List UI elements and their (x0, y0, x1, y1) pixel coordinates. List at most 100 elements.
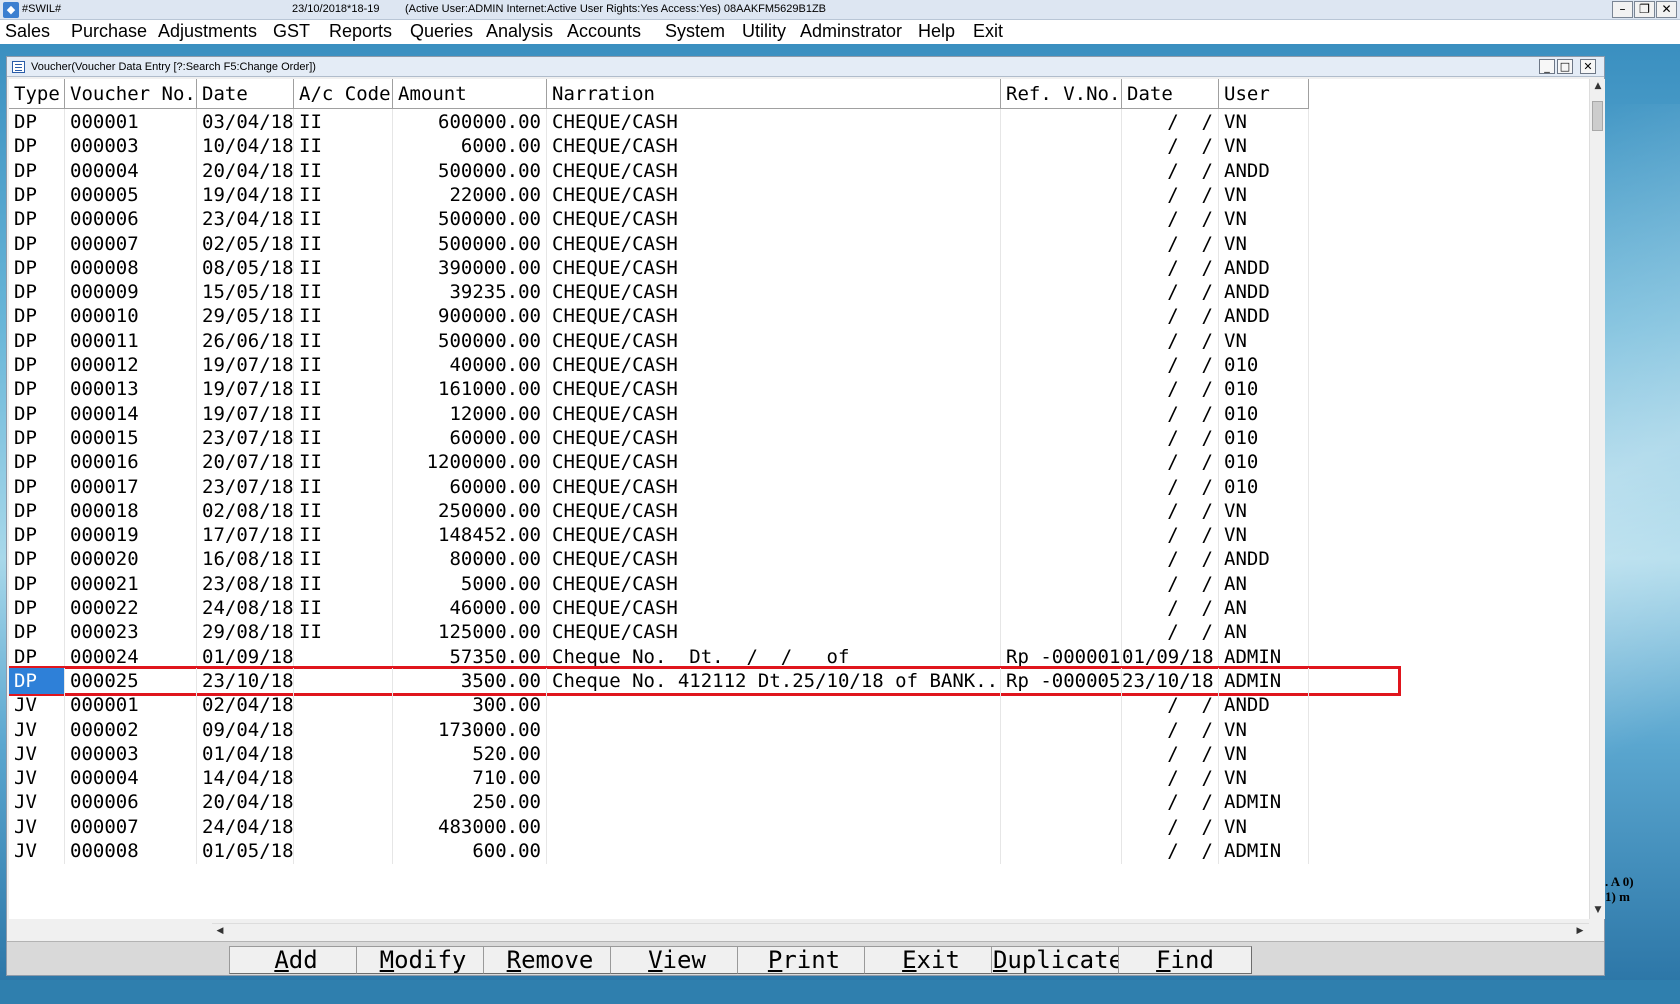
menu-utility[interactable]: Utility (742, 21, 786, 42)
scroll-left-icon[interactable]: ◀ (212, 926, 228, 936)
scroll-down-icon[interactable]: ▼ (1590, 905, 1606, 915)
cell-date: 03/04/18 (197, 109, 294, 135)
table-row[interactable]: JV 000002 09/04/18 173000.00 / / VN (9, 716, 1399, 743)
add-button[interactable]: Add (229, 946, 363, 974)
table-row[interactable]: DP 000017 23/07/18 II 60000.00 CHEQUE/CASH / … (9, 473, 1399, 500)
table-row[interactable]: DP 000011 26/06/18 II 500000.00 CHEQUE/CASH /… (9, 327, 1399, 354)
table-row[interactable]: DP 000014 19/07/18 II 12000.00 CHEQUE/CASH / … (9, 400, 1399, 427)
table-row[interactable]: DP 000007 02/05/18 II 500000.00 CHEQUE/CASH /… (9, 230, 1399, 257)
column-header-1[interactable]: Voucher No. (65, 79, 197, 109)
cell-voucher-no: 000004 (65, 157, 197, 184)
menu-queries[interactable]: Queries (410, 21, 473, 42)
table-row[interactable]: JV 000008 01/05/18 600.00 / / ADMIN (9, 838, 1399, 864)
cell-voucher-no: 000017 (65, 473, 197, 500)
menu-accounts[interactable]: Accounts (567, 21, 641, 42)
cell-amount: 900000.00 (393, 303, 547, 330)
table-row[interactable]: DP 000018 02/08/18 II 250000.00 CHEQUE/CASH /… (9, 497, 1399, 524)
menu-adjustments[interactable]: Adjustments (158, 21, 257, 42)
exit-button[interactable]: Exit (864, 946, 998, 974)
child-minimize-button[interactable]: _ (1539, 59, 1555, 74)
table-row[interactable]: DP 000020 16/08/18 II 80000.00 CHEQUE/CASH / … (9, 546, 1399, 573)
view-button[interactable]: View (610, 946, 744, 974)
vertical-scroll-thumb[interactable] (1592, 101, 1603, 131)
child-close-button[interactable]: ✕ (1580, 59, 1596, 74)
column-header-3[interactable]: A/c Code (294, 79, 393, 109)
table-row[interactable]: DP 000003 10/04/18 II 6000.00 CHEQUE/CASH / /… (9, 133, 1399, 160)
table-row[interactable]: DP 000001 03/04/18 II 600000.00 CHEQUE/CASH /… (9, 109, 1399, 135)
column-header-0[interactable]: Type (9, 79, 65, 109)
column-header-2[interactable]: Date (197, 79, 294, 109)
vertical-scrollbar[interactable]: ▲ ▼ (1589, 79, 1605, 919)
cell-user: ADMIN (1219, 667, 1309, 694)
table-row-selected[interactable]: DP 000025 23/10/18 3500.00 Cheque No. 412112… (9, 665, 1401, 696)
cell-type: DP (9, 449, 65, 476)
column-header-7[interactable]: Date (1122, 79, 1219, 109)
table-row[interactable]: DP 000016 20/07/18 II 1200000.00 CHEQUE/CASH … (9, 449, 1399, 476)
cell-date: 23/08/18 (197, 570, 294, 597)
table-row[interactable]: JV 000004 14/04/18 710.00 / / VN (9, 765, 1399, 792)
table-row[interactable]: JV 000003 01/04/18 520.00 / / VN (9, 740, 1399, 767)
table-row[interactable]: JV 000006 20/04/18 250.00 / / ADMIN (9, 789, 1399, 816)
menu-help[interactable]: Help (918, 21, 955, 42)
cell-ac-code: II (294, 303, 393, 330)
table-row[interactable]: JV 000007 24/04/18 483000.00 / / VN (9, 813, 1399, 840)
menu-gst[interactable]: GST (273, 21, 310, 42)
cell-voucher-no: 000016 (65, 449, 197, 476)
cell-date: 16/08/18 (197, 546, 294, 573)
voucher-grid[interactable]: Type Voucher No. Date A/c Code Amount Narrati… (9, 79, 1589, 919)
menu-adminstrator[interactable]: Adminstrator (800, 21, 902, 42)
menu-exit[interactable]: Exit (973, 21, 1003, 42)
modify-button[interactable]: Modify (356, 946, 490, 974)
column-header-5[interactable]: Narration (547, 79, 1001, 109)
restore-button[interactable]: ❐ (1634, 1, 1655, 18)
table-row[interactable]: DP 000019 17/07/18 II 148452.00 CHEQUE/CASH /… (9, 522, 1399, 549)
table-row[interactable]: DP 000023 29/08/18 II 125000.00 CHEQUE/CASH /… (9, 619, 1399, 646)
cell-date: 23/07/18 (197, 473, 294, 500)
menu-purchase[interactable]: Purchase (71, 21, 147, 42)
menu-system[interactable]: System (665, 21, 725, 42)
table-row[interactable]: DP 000008 08/05/18 II 390000.00 CHEQUE/CASH /… (9, 254, 1399, 281)
minimize-button[interactable]: – (1612, 1, 1633, 18)
table-row[interactable]: DP 000010 29/05/18 II 900000.00 CHEQUE/CASH /… (9, 303, 1399, 330)
print-button[interactable]: Print (737, 946, 871, 974)
cell-amount: 60000.00 (393, 424, 547, 451)
remove-button[interactable]: Remove (483, 946, 617, 974)
menu-analysis[interactable]: Analysis (486, 21, 553, 42)
column-header-4[interactable]: Amount (393, 79, 547, 109)
child-restore-button[interactable]: □ (1557, 59, 1573, 74)
cell-voucher-no: 000005 (65, 181, 197, 208)
menu-sales[interactable]: Sales (5, 21, 50, 42)
close-button[interactable]: ✕ (1656, 1, 1677, 18)
cell-user: ANDD (1219, 157, 1309, 184)
table-row[interactable]: DP 000024 01/09/18 57350.00 Cheque No. Dt. /… (9, 643, 1399, 670)
table-row[interactable]: DP 000006 23/04/18 II 500000.00 CHEQUE/CASH /… (9, 206, 1399, 233)
cell-voucher-no: 000003 (65, 133, 197, 160)
cell-narration: CHEQUE/CASH (547, 157, 1001, 184)
table-row[interactable]: JV 000001 02/04/18 300.00 / / ANDD (9, 692, 1399, 719)
cell-voucher-no: 000020 (65, 546, 197, 573)
cell-type: DP (9, 109, 65, 135)
table-row[interactable]: DP 000015 23/07/18 II 60000.00 CHEQUE/CASH / … (9, 424, 1399, 451)
scroll-up-icon[interactable]: ▲ (1590, 81, 1606, 91)
cell-date: 26/06/18 (197, 327, 294, 354)
cell-amount: 12000.00 (393, 400, 547, 427)
table-row[interactable]: DP 000013 19/07/18 II 161000.00 CHEQUE/CASH /… (9, 376, 1399, 403)
table-row[interactable]: DP 000022 24/08/18 II 46000.00 CHEQUE/CASH / … (9, 595, 1399, 621)
cell-ref-vno (1001, 497, 1122, 524)
cell-ref-date: / / (1122, 181, 1219, 208)
find-button[interactable]: Find (1118, 946, 1252, 974)
table-row[interactable]: DP 000005 19/04/18 II 22000.00 CHEQUE/CASH / … (9, 181, 1399, 208)
scroll-right-icon[interactable]: ▶ (1572, 926, 1588, 936)
cell-ref-date: / / (1122, 424, 1219, 451)
cell-user: VN (1219, 740, 1309, 767)
duplicate-button[interactable]: Duplicate (991, 946, 1125, 974)
horizontal-scrollbar[interactable]: ◀ ▶ (212, 923, 1589, 939)
cell-type: JV (9, 813, 65, 840)
table-row[interactable]: DP 000009 15/05/18 II 39235.00 CHEQUE/CASH / … (9, 279, 1399, 306)
table-row[interactable]: DP 000021 23/08/18 II 5000.00 CHEQUE/CASH / /… (9, 570, 1399, 597)
table-row[interactable]: DP 000012 19/07/18 II 40000.00 CHEQUE/CASH / … (9, 352, 1399, 378)
menu-reports[interactable]: Reports (329, 21, 392, 42)
column-header-6[interactable]: Ref. V.No. (1001, 79, 1122, 109)
column-header-8[interactable]: User (1219, 79, 1309, 109)
table-row[interactable]: DP 000004 20/04/18 II 500000.00 CHEQUE/CASH /… (9, 157, 1399, 184)
